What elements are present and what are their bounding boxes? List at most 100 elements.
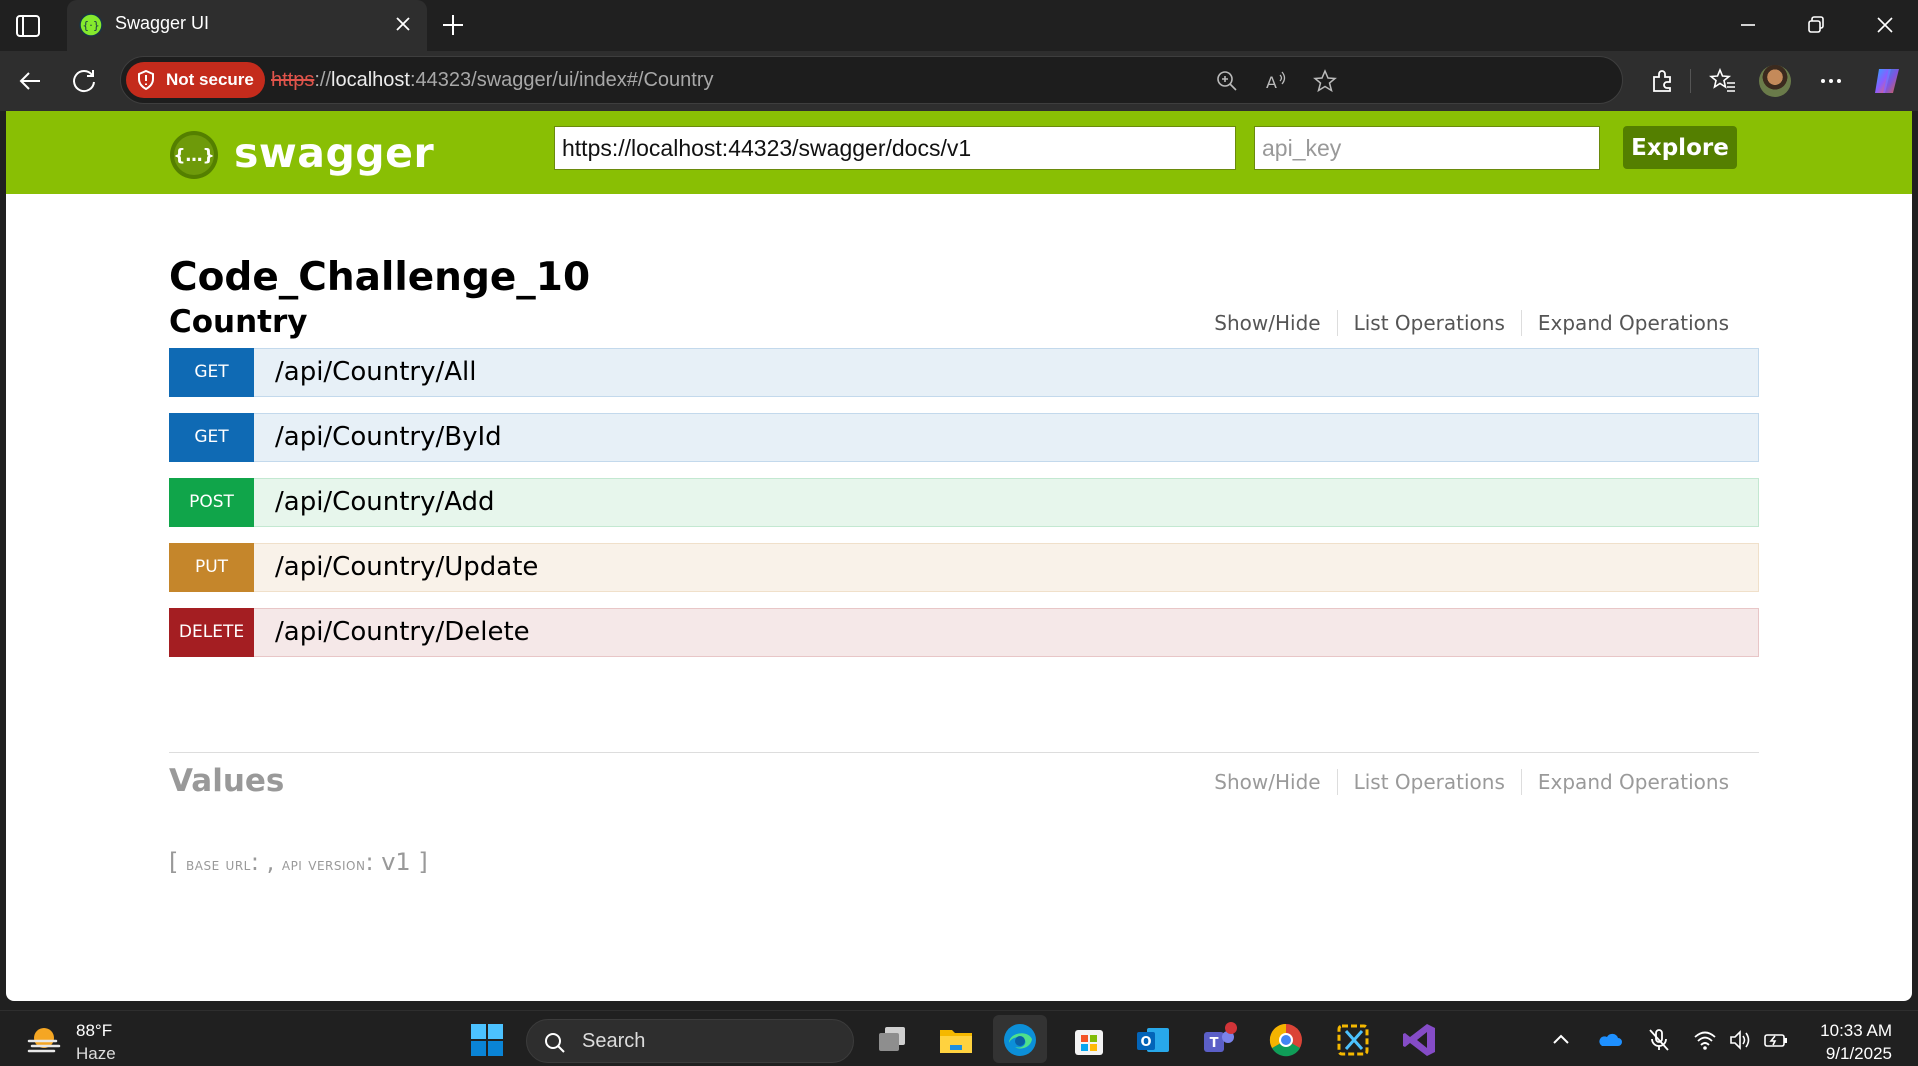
favorites-icon[interactable] bbox=[1709, 67, 1737, 95]
operation-post-add[interactable]: POST /api/Country/Add bbox=[169, 478, 1759, 527]
minimize-icon[interactable] bbox=[1735, 12, 1761, 38]
outlook-icon[interactable]: O bbox=[1134, 1021, 1172, 1059]
snipping-tool-icon[interactable] bbox=[1334, 1021, 1372, 1059]
operation-delete[interactable]: DELETE /api/Country/Delete bbox=[169, 608, 1759, 657]
search-icon bbox=[545, 1033, 565, 1053]
expand-operations-link[interactable]: Expand Operations bbox=[1520, 310, 1745, 336]
operation-path[interactable]: /api/Country/Delete bbox=[275, 609, 530, 656]
search-label: Search bbox=[582, 1030, 646, 1052]
weather-temperature[interactable]: 88°F bbox=[76, 1021, 112, 1041]
taskbar-clock[interactable]: 10:33 AM 9/1/2025 bbox=[1820, 1019, 1892, 1065]
method-badge[interactable]: DELETE bbox=[169, 608, 254, 657]
show-hide-link[interactable]: Show/Hide bbox=[1198, 769, 1336, 795]
svg-text:A: A bbox=[1266, 73, 1277, 92]
weather-haze-icon[interactable] bbox=[26, 1025, 62, 1055]
api-version-label: api version bbox=[281, 855, 366, 875]
operation-path[interactable]: /api/Country/ById bbox=[275, 414, 502, 461]
address-bar-row: Not secure https://localhost:44323/swagg… bbox=[0, 51, 1918, 111]
zoom-icon[interactable] bbox=[1215, 69, 1239, 93]
resource-name[interactable]: Country bbox=[169, 304, 308, 340]
resource-links: Show/Hide List Operations Expand Operati… bbox=[1198, 769, 1745, 795]
microphone-muted-icon[interactable] bbox=[1646, 1027, 1672, 1053]
method-badge[interactable]: POST bbox=[169, 478, 254, 527]
spec-url-input[interactable] bbox=[554, 126, 1236, 170]
url-scheme: https bbox=[271, 69, 315, 91]
taskbar-search[interactable]: Search bbox=[526, 1019, 854, 1063]
show-hide-link[interactable]: Show/Hide bbox=[1198, 310, 1336, 336]
omnibox[interactable]: Not secure https://localhost:44323/swagg… bbox=[120, 56, 1623, 104]
more-options-icon[interactable] bbox=[1817, 67, 1845, 95]
task-view-icon[interactable] bbox=[873, 1021, 911, 1059]
teams-icon[interactable]: T bbox=[1200, 1021, 1238, 1059]
svg-text:O: O bbox=[1140, 1035, 1151, 1050]
refresh-icon[interactable] bbox=[70, 67, 98, 95]
api-version-value: v1 bbox=[381, 848, 411, 876]
operation-path[interactable]: /api/Country/Update bbox=[275, 544, 538, 591]
version-colon: : bbox=[365, 848, 374, 876]
weather-condition[interactable]: Haze bbox=[76, 1044, 116, 1064]
operation-get-all[interactable]: GET /api/Country/All bbox=[169, 348, 1759, 397]
browser-tab-strip: {·} Swagger UI bbox=[0, 0, 1918, 51]
url-path: :44323/swagger/ui/index#/Country bbox=[409, 69, 714, 91]
swagger-logo-text[interactable]: swagger bbox=[234, 129, 434, 177]
extensions-icon[interactable] bbox=[1648, 67, 1676, 95]
clock-time: 10:33 AM bbox=[1820, 1021, 1892, 1040]
swagger-favicon-icon: {·} bbox=[79, 13, 103, 37]
method-badge[interactable]: GET bbox=[169, 348, 254, 397]
resource-country-header: Country Show/Hide List Operations Expand… bbox=[169, 304, 1759, 344]
url-host: localhost bbox=[331, 69, 410, 91]
clock-date: 9/1/2025 bbox=[1825, 1044, 1892, 1063]
battery-charging-icon[interactable] bbox=[1763, 1027, 1789, 1053]
security-label: Not secure bbox=[166, 70, 254, 89]
copilot-icon[interactable] bbox=[1871, 65, 1903, 97]
open-bracket: [ bbox=[169, 848, 179, 876]
resource-values-header: Values Show/Hide List Operations Expand … bbox=[169, 763, 1759, 803]
list-operations-link[interactable]: List Operations bbox=[1336, 310, 1521, 336]
operation-path[interactable]: /api/Country/Add bbox=[275, 479, 495, 526]
favorite-star-icon[interactable] bbox=[1313, 69, 1337, 93]
operation-put-update[interactable]: PUT /api/Country/Update bbox=[169, 543, 1759, 592]
onedrive-icon[interactable] bbox=[1597, 1027, 1623, 1053]
close-tab-icon[interactable] bbox=[393, 14, 413, 34]
api-key-input[interactable] bbox=[1254, 126, 1600, 170]
show-hidden-icons-icon[interactable] bbox=[1548, 1027, 1574, 1053]
url-text[interactable]: https://localhost:44323/swagger/ui/index… bbox=[271, 69, 714, 92]
new-tab-icon[interactable] bbox=[440, 12, 466, 38]
explore-button[interactable]: Explore bbox=[1623, 126, 1737, 169]
browser-tab-swagger[interactable]: {·} Swagger UI bbox=[67, 0, 427, 51]
svg-text:{·}: {·} bbox=[82, 19, 100, 32]
tab-actions-icon[interactable] bbox=[14, 12, 48, 40]
api-title: Code_Challenge_10 bbox=[169, 255, 591, 300]
start-windows-icon[interactable] bbox=[468, 1021, 506, 1059]
microsoft-store-icon[interactable] bbox=[1070, 1021, 1108, 1059]
base-url-separator: : , bbox=[250, 848, 275, 876]
url-separator: :// bbox=[314, 69, 332, 91]
operation-path[interactable]: /api/Country/All bbox=[275, 349, 476, 396]
visual-studio-icon[interactable] bbox=[1400, 1021, 1438, 1059]
page-viewport: {…} swagger Explore Code_Challenge_10 Co… bbox=[6, 111, 1912, 1001]
operation-get-by-id[interactable]: GET /api/Country/ById bbox=[169, 413, 1759, 462]
close-bracket: ] bbox=[418, 848, 428, 876]
expand-operations-link[interactable]: Expand Operations bbox=[1520, 769, 1745, 795]
tab-title: Swagger UI bbox=[115, 13, 210, 33]
file-explorer-icon[interactable] bbox=[937, 1021, 975, 1059]
resource-name[interactable]: Values bbox=[169, 763, 284, 799]
method-badge[interactable]: GET bbox=[169, 413, 254, 462]
profile-avatar[interactable] bbox=[1759, 65, 1791, 97]
restore-icon[interactable] bbox=[1803, 12, 1829, 38]
list-operations-link[interactable]: List Operations bbox=[1336, 769, 1521, 795]
edge-browser-icon[interactable] bbox=[1001, 1021, 1039, 1059]
close-window-icon[interactable] bbox=[1872, 12, 1898, 38]
svg-text:{…}: {…} bbox=[173, 146, 214, 166]
read-aloud-icon[interactable]: A bbox=[1264, 69, 1288, 93]
method-badge[interactable]: PUT bbox=[169, 543, 254, 592]
svg-text:T: T bbox=[1210, 1036, 1219, 1051]
chrome-icon[interactable] bbox=[1267, 1021, 1305, 1059]
swagger-logo-icon[interactable]: {…} bbox=[169, 130, 219, 180]
base-url-label: base url bbox=[186, 855, 251, 875]
back-icon[interactable] bbox=[16, 67, 44, 95]
not-secure-badge[interactable]: Not secure bbox=[126, 62, 265, 98]
wifi-icon[interactable] bbox=[1692, 1027, 1718, 1053]
api-info-footer: [ base url: , api version: v1 ] bbox=[169, 848, 428, 876]
volume-icon[interactable] bbox=[1727, 1027, 1753, 1053]
